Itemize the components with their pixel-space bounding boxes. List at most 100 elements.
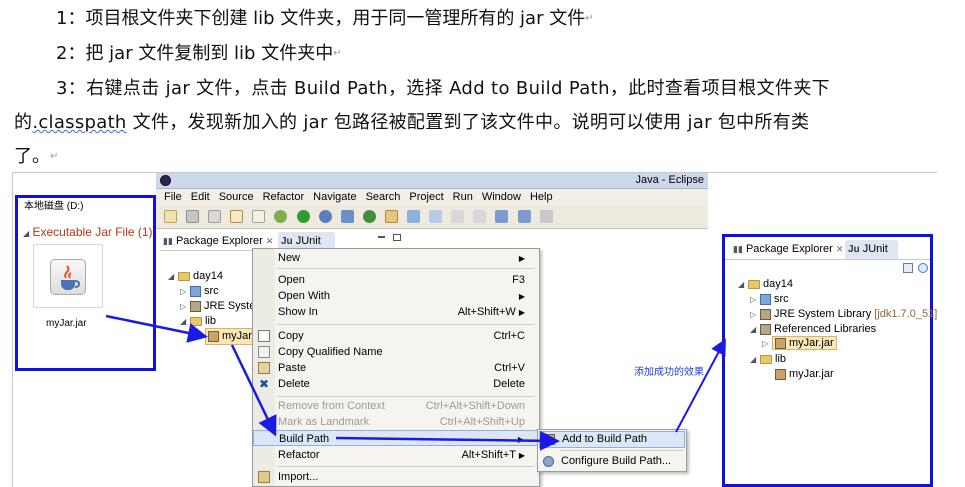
screenshot-left-border — [12, 172, 13, 487]
menu-item-new[interactable]: New ▶ — [253, 250, 539, 266]
print-icon[interactable] — [208, 210, 222, 223]
library-icon — [760, 308, 771, 320]
jar-group-header[interactable]: ◢ Executable Jar File (1) — [23, 225, 153, 239]
menu-item-delete[interactable]: ✖ Delete Delete — [253, 376, 539, 392]
close-icon[interactable]: ✕ — [836, 244, 844, 254]
menu-item-open-with[interactable]: Open With ▶ — [253, 288, 539, 304]
junit-icon: Ju — [281, 236, 293, 247]
menu-item-remove-from-context[interactable]: Remove from Context Ctrl+Alt+Shift+Down — [253, 398, 539, 414]
result-tree-lib-jar[interactable]: myJar.jar — [775, 367, 834, 382]
expanded-arrow-icon: ◢ — [738, 280, 745, 289]
menu-item-paste[interactable]: Paste Ctrl+V — [253, 360, 539, 376]
menu-search[interactable]: Search — [366, 189, 401, 205]
new-java-project-icon[interactable] — [340, 210, 354, 223]
result-tree-ref-jar[interactable]: ▷ myJar.jar — [762, 336, 837, 351]
configure-build-path-label: Configure Build Path... — [561, 455, 672, 467]
forward-arrow-icon[interactable] — [517, 210, 531, 223]
collapsed-arrow-icon: ▷ — [762, 339, 769, 348]
annotation-prev-icon[interactable] — [473, 210, 487, 223]
save-icon[interactable] — [186, 210, 200, 223]
jar-icon — [775, 337, 786, 349]
result-tree-referenced-libraries[interactable]: ◢ Referenced Libraries — [750, 322, 876, 337]
annotation-next-icon[interactable] — [451, 210, 465, 223]
instruction-line-1-text: 1：项目根文件夹下创建 lib 文件夹，用于同一管理所有的 jar 文件 — [56, 8, 586, 29]
menu-item-build-path[interactable]: Build Path ▶ — [253, 430, 539, 446]
menu-item-copy-qualified-name[interactable]: Copy Qualified Name — [253, 344, 539, 360]
result-ref-jar-box: myJar.jar — [772, 336, 837, 350]
menu-item-mark-as-landmark[interactable]: Mark as Landmark Ctrl+Alt+Shift+Up — [253, 414, 539, 430]
menu-navigate[interactable]: Navigate — [313, 189, 356, 205]
menu-edit[interactable]: Edit — [191, 189, 210, 205]
menu-item-show-in[interactable]: Show In Alt+Shift+W ▶ — [253, 304, 539, 320]
close-icon[interactable]: ✕ — [266, 236, 274, 246]
console-icon[interactable] — [230, 210, 244, 223]
submenu-arrow-icon: ▶ — [518, 451, 525, 460]
result-tab-junit[interactable]: Ju JUnit — [845, 240, 898, 259]
maximize-view-icon[interactable] — [393, 234, 401, 241]
menu-item-refactor-label: Refactor — [278, 449, 320, 461]
open-type-icon[interactable] — [407, 210, 421, 223]
link-with-editor-icon[interactable] — [918, 263, 928, 273]
skip-breakpoints-icon[interactable] — [252, 210, 266, 223]
new-icon[interactable] — [164, 210, 177, 223]
package-explorer-icon: ▮▮ — [733, 244, 743, 254]
menu-item-build-path-label: Build Path — [279, 433, 330, 445]
result-tree-ref-jar-label: myJar.jar — [789, 337, 834, 349]
result-tree-lib-label: lib — [775, 353, 787, 365]
menu-window[interactable]: Window — [482, 189, 521, 205]
menu-item-open-label: Open — [278, 274, 305, 286]
menu-file[interactable]: File — [164, 189, 182, 205]
paragraph-mark-icon: ↵ — [50, 151, 59, 162]
instruction-line-3: 3：右键点击 jar 文件，点击 Build Path，选择 Add to Bu… — [56, 76, 830, 102]
menu-source[interactable]: Source — [219, 189, 254, 205]
collapse-all-icon[interactable] — [903, 263, 913, 273]
menu-item-open[interactable]: Open F3 — [253, 272, 539, 288]
menu-item-copy-shortcut: Ctrl+C — [493, 330, 525, 342]
new-package-icon[interactable] — [362, 210, 376, 223]
eclipse-menu-bar: File Edit Source Refactor Navigate Search Proj… — [156, 189, 708, 205]
back-arrow-icon[interactable] — [495, 210, 509, 223]
tree-item-src[interactable]: ▷ src — [180, 284, 219, 299]
project-folder-icon — [748, 279, 760, 289]
copy-qualified-name-icon — [258, 346, 270, 358]
collapsed-arrow-icon: ▷ — [750, 295, 757, 304]
menu-item-refactor[interactable]: Refactor Alt+Shift+T ▶ — [253, 447, 539, 463]
menu-refactor[interactable]: Refactor — [263, 189, 305, 205]
arrow-add-to-result — [675, 338, 726, 433]
submenu-item-add-to-build-path[interactable]: Add to Build Path — [539, 431, 685, 448]
external-tools-icon[interactable] — [318, 210, 332, 223]
menu-help[interactable]: Help — [530, 189, 553, 205]
result-tree-jre[interactable]: ▷ JRE System Library [jdk1.7.0_51] — [750, 307, 937, 322]
result-tree-project[interactable]: ◢ day14 — [738, 277, 793, 292]
jar-file-name[interactable]: myJar.jar — [46, 318, 87, 329]
result-tab-junit-label: JUnit — [862, 243, 888, 255]
menu-item-copy[interactable]: Copy Ctrl+C — [253, 328, 539, 344]
new-class-icon[interactable] — [384, 210, 398, 223]
result-tree-lib[interactable]: ◢ lib — [750, 352, 786, 367]
result-tree-src[interactable]: ▷ src — [750, 292, 789, 307]
tree-item-lib[interactable]: ◢ lib — [180, 314, 216, 329]
result-tree-jre-version: [jdk1.7.0_51] — [874, 308, 938, 320]
run-icon[interactable] — [296, 210, 310, 223]
menu-item-remove-from-context-label: Remove from Context — [278, 400, 385, 412]
result-tab-package-explorer[interactable]: ▮▮ Package Explorer ✕ — [733, 240, 843, 259]
expanded-arrow-icon: ◢ — [750, 325, 757, 334]
tree-item-project[interactable]: ◢ day14 — [168, 269, 223, 284]
menu-item-mark-as-landmark-label: Mark as Landmark — [278, 416, 370, 428]
menu-project[interactable]: Project — [409, 189, 443, 205]
menu-item-import[interactable]: Import... — [253, 469, 539, 485]
debug-icon[interactable] — [274, 210, 288, 223]
submenu-arrow-icon: ▶ — [517, 435, 524, 444]
menu-item-open-shortcut: F3 — [512, 274, 525, 286]
last-edit-icon[interactable] — [539, 210, 553, 223]
eclipse-title-bar: Java - Eclipse — [156, 173, 708, 189]
submenu-item-configure-build-path[interactable]: Configure Build Path... — [539, 453, 685, 470]
minimize-view-icon[interactable] — [378, 236, 385, 238]
tree-item-jre[interactable]: ▷ JRE Syster — [180, 299, 259, 314]
jar-file-tile[interactable] — [33, 244, 103, 308]
instruction-line-4: 的.classpath 文件，发现新加入的 jar 包路径被配置到了该文件中。说… — [14, 110, 809, 136]
search-icon[interactable] — [429, 210, 443, 223]
menu-run[interactable]: Run — [453, 189, 473, 205]
collapsed-arrow-icon: ▷ — [180, 302, 187, 311]
tree-src-label: src — [204, 285, 219, 297]
